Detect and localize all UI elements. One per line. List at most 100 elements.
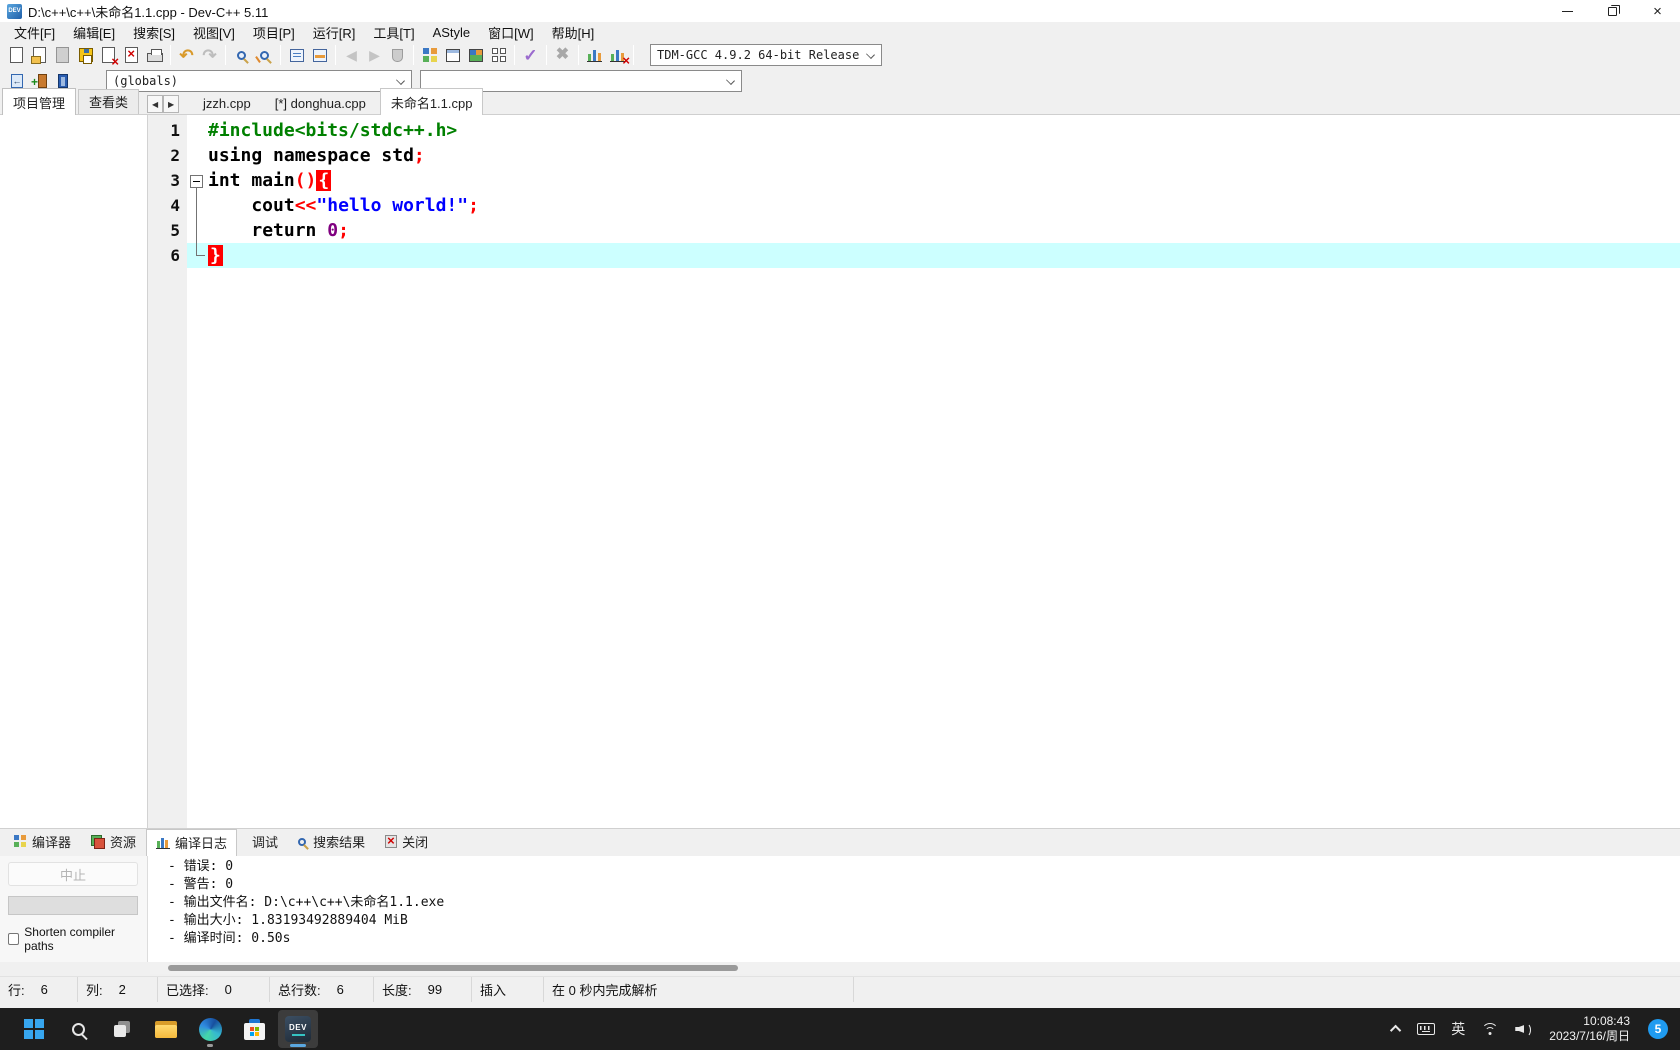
log-horizontal-scrollbar[interactable] [150, 962, 1680, 974]
notification-badge[interactable]: 5 [1648, 1019, 1668, 1039]
log-line: - 编译时间: 0.50s [168, 931, 291, 946]
run-button[interactable] [441, 43, 464, 67]
goto-line-button[interactable] [285, 43, 308, 67]
taskbar-clock[interactable]: 10:08:43 2023/7/16/周日 [1549, 1014, 1630, 1044]
compiler-select-value: TDM-GCC 4.9.2 64-bit Release [657, 48, 860, 62]
task-view-icon [114, 1021, 130, 1037]
replace-icon [260, 50, 269, 60]
new-file-button[interactable] [5, 43, 28, 67]
wifi-icon[interactable] [1481, 1022, 1499, 1036]
open-button[interactable] [28, 43, 51, 67]
bottom-tab[interactable]: 关闭 [375, 828, 438, 856]
compile-run-icon [468, 48, 483, 62]
rebuild-all-button[interactable] [487, 43, 510, 67]
menu-item[interactable]: 文件[F] [5, 22, 64, 42]
menu-item[interactable]: 项目[P] [244, 22, 304, 42]
log-line: - 输出大小: 1.83193492889404 MiB [168, 913, 408, 928]
find-icon [237, 50, 246, 60]
devcpp-logo-icon: DEV [7, 3, 22, 19]
find-button[interactable] [230, 43, 253, 67]
fold-line-icon [187, 218, 208, 243]
status-panel: 插入 [472, 977, 544, 1002]
redo-icon: ↷ [202, 45, 217, 65]
bottom-tab[interactable]: 调试 [237, 828, 288, 856]
open-icon [31, 47, 46, 64]
swap-header-source-button[interactable] [308, 43, 331, 67]
shorten-paths-checkbox[interactable] [8, 933, 20, 945]
compiler-select[interactable]: TDM-GCC 4.9.2 64-bit Release [650, 44, 882, 66]
file-explorer-button[interactable] [146, 1010, 186, 1048]
menu-item[interactable]: 视图[V] [184, 22, 244, 42]
bottom-tab[interactable]: 资源 [81, 828, 146, 856]
bottom-tab[interactable]: 编译器 [4, 828, 81, 856]
bottom-tab[interactable]: 搜索结果 [288, 828, 375, 856]
left-panel-tab[interactable]: 查看类 [78, 89, 140, 114]
devcpp-taskbar-button[interactable]: DEV [278, 1010, 318, 1048]
menu-item[interactable]: AStyle [424, 22, 480, 42]
project-manager-panel[interactable] [0, 115, 148, 828]
menu-item[interactable]: 工具[T] [364, 22, 423, 42]
stop-execution-button[interactable] [386, 43, 409, 67]
left-panel-tab[interactable]: 项目管理 [2, 88, 77, 115]
edge-button[interactable] [190, 1010, 230, 1048]
forward-button[interactable]: ▶ [363, 43, 386, 67]
close-all-button[interactable] [120, 43, 143, 67]
code-text: return 0; [251, 220, 349, 241]
menu-item[interactable]: 窗口[W] [479, 22, 543, 42]
compile-log-panel: 中止 Shorten compiler paths - 错误: 0 - 警告: 0… [0, 856, 1680, 962]
tab-scroll-left-button[interactable]: ◀ [147, 95, 164, 113]
shorten-paths-option[interactable]: Shorten compiler paths [8, 925, 139, 953]
editor-tab[interactable]: 未命名1.1.cpp [379, 88, 484, 115]
forward-icon: ▶ [369, 47, 380, 63]
store-icon [243, 1018, 265, 1040]
abort-compile-button[interactable]: ✖ [551, 43, 574, 67]
restore-button[interactable] [1590, 0, 1635, 22]
task-view-button[interactable] [102, 1010, 142, 1048]
microsoft-store-button[interactable] [234, 1010, 274, 1048]
taskbar-search-button[interactable] [58, 1010, 98, 1048]
editor-tab[interactable]: [*] donghua.cpp [265, 94, 376, 114]
redo-button[interactable]: ↷ [198, 43, 221, 67]
code-line: 1 #include<bits/stdc++.h> [150, 118, 1680, 143]
undo-button[interactable]: ↶ [175, 43, 198, 67]
compile-run-button[interactable] [464, 43, 487, 67]
back-button[interactable]: ◀ [340, 43, 363, 67]
code-text: } [208, 243, 1680, 268]
replace-button[interactable] [253, 43, 276, 67]
delete-profile-button[interactable] [606, 43, 630, 68]
close-button[interactable]: × [1635, 0, 1680, 22]
devcpp-icon: DEV [285, 1016, 311, 1042]
abort-compile-icon: ✖ [555, 46, 570, 63]
save-all-button[interactable] [74, 43, 97, 67]
bottom-panel-tabs: 编译器资源编译日志调试搜索结果关闭 [0, 828, 1680, 856]
menu-item[interactable]: 搜索[S] [124, 22, 184, 42]
bottom-tab[interactable]: 编译日志 [146, 829, 238, 856]
compile-button[interactable] [418, 43, 441, 67]
code-editor[interactable]: 1 #include<bits/stdc++.h> 2 using namespace… [150, 115, 1680, 828]
close-file-button[interactable] [97, 43, 120, 69]
syntax-check-button[interactable]: ✓ [519, 43, 542, 67]
menu-item[interactable]: 编辑[E] [64, 22, 124, 42]
save-button[interactable] [51, 43, 74, 67]
hidden-icons-chevron-icon[interactable] [1390, 1024, 1402, 1037]
code-line: 3 int main(){ [150, 168, 1680, 193]
save-icon [56, 47, 69, 63]
menu-item[interactable]: 帮助[H] [543, 22, 604, 42]
abort-button[interactable]: 中止 [8, 862, 138, 886]
time: 10:08:43 [1583, 1014, 1630, 1028]
volume-icon[interactable] [1515, 1022, 1533, 1037]
ime-indicator[interactable]: 英 [1451, 1019, 1465, 1039]
minimize-button[interactable] [1545, 0, 1590, 22]
toggle-bookmark-icon [31, 73, 47, 89]
tab-scroll-right-button[interactable]: ▶ [163, 95, 180, 113]
menu-item[interactable]: 运行[R] [304, 22, 365, 42]
folder-icon [155, 1020, 177, 1038]
print-button[interactable] [143, 43, 166, 67]
profile-button[interactable] [583, 43, 606, 67]
scrollbar-thumb[interactable] [168, 965, 738, 971]
chevron-down-icon [396, 75, 405, 85]
start-button[interactable] [14, 1010, 54, 1048]
touch-keyboard-icon[interactable] [1417, 1023, 1436, 1035]
fold-box-icon[interactable] [187, 168, 208, 193]
editor-tab[interactable]: jzzh.cpp [193, 94, 261, 114]
